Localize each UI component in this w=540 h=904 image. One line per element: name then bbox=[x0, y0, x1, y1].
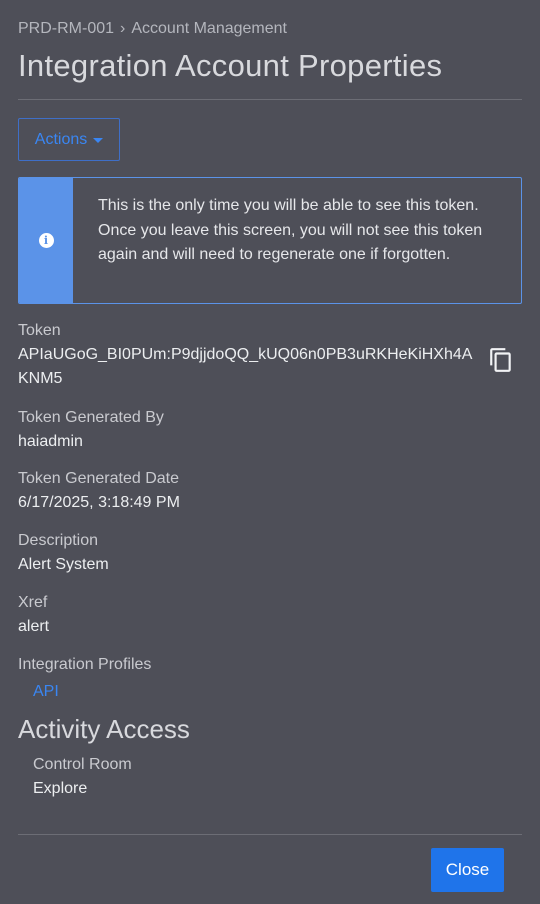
integration-profile-link[interactable]: API bbox=[33, 681, 59, 703]
description-field: Description Alert System bbox=[18, 531, 522, 577]
activity-access-item: Control Room bbox=[33, 756, 132, 773]
integration-profiles-field: Integration Profiles API bbox=[18, 655, 522, 703]
token-field: Token APIaUGoG_BI0PUm:P9djjdoQQ_kUQ06n0P… bbox=[18, 321, 522, 391]
alert-stripe: i bbox=[19, 178, 73, 303]
page-title: Integration Account Properties bbox=[18, 48, 443, 83]
generated-by-field: Token Generated By haiadmin bbox=[18, 408, 522, 454]
header-divider bbox=[18, 99, 522, 100]
integration-profiles-label: Integration Profiles bbox=[18, 656, 152, 673]
token-warning-alert: i This is the only time you will be able… bbox=[18, 177, 522, 304]
description-label: Description bbox=[18, 532, 99, 549]
breadcrumb: PRD-RM-001 › Account Management bbox=[18, 20, 287, 38]
generated-by-value: haiadmin bbox=[18, 433, 83, 450]
generated-date-value: 6/17/2025, 3:18:49 PM bbox=[18, 494, 180, 511]
breadcrumb-current[interactable]: Account Management bbox=[131, 20, 287, 37]
token-value[interactable]: APIaUGoG_BI0PUm:P9djjdoQQ_kUQ06n0PB3uRKH… bbox=[18, 343, 482, 391]
breadcrumb-parent[interactable]: PRD-RM-001 bbox=[18, 20, 114, 37]
activity-access-title: Activity Access bbox=[18, 714, 190, 744]
xref-field: Xref alert bbox=[18, 593, 522, 639]
generated-date-field: Token Generated Date 6/17/2025, 3:18:49 … bbox=[18, 469, 522, 515]
actions-dropdown-button[interactable]: Actions bbox=[18, 118, 120, 161]
copy-icon[interactable] bbox=[488, 347, 514, 373]
activity-access-list: Control Room Explore bbox=[18, 753, 522, 801]
alert-message: This is the only time you will be able t… bbox=[98, 197, 483, 263]
footer-divider bbox=[18, 834, 522, 835]
actions-label: Actions bbox=[34, 130, 88, 148]
token-label: Token bbox=[18, 322, 61, 339]
info-icon: i bbox=[38, 233, 54, 248]
close-button[interactable]: Close bbox=[431, 848, 504, 892]
caret-down-icon bbox=[93, 138, 104, 143]
xref-value: alert bbox=[18, 618, 50, 635]
generated-by-label: Token Generated By bbox=[18, 409, 164, 426]
generated-date-label: Token Generated Date bbox=[18, 470, 179, 487]
activity-access-item: Explore bbox=[33, 780, 88, 797]
integration-account-panel: PRD-RM-001 › Account Management Integratio… bbox=[18, 0, 522, 904]
breadcrumb-separator: › bbox=[120, 20, 126, 37]
description-value: Alert System bbox=[18, 556, 109, 573]
xref-label: Xref bbox=[18, 594, 48, 611]
